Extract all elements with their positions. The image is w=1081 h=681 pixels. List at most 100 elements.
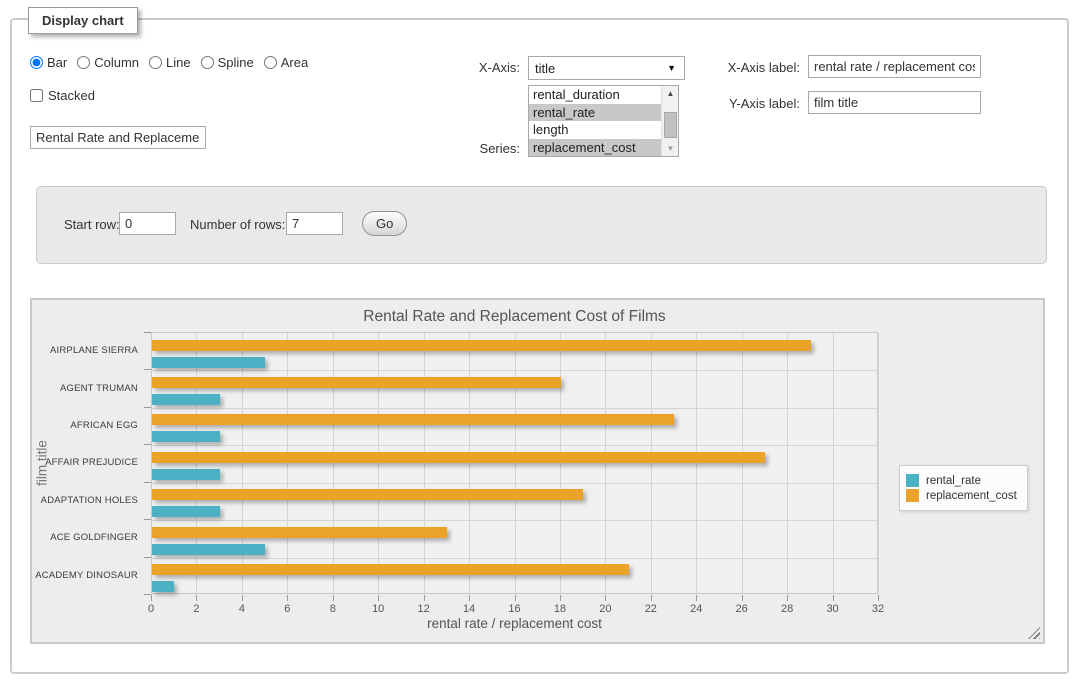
- x-tick-label: 0: [136, 603, 166, 615]
- x-tick: [469, 595, 470, 601]
- y-axis-title: film title: [35, 440, 50, 486]
- x-axis-title: rental rate / replacement cost: [151, 616, 878, 631]
- y-axis-label-label: Y-Axis label:: [688, 96, 800, 111]
- bar-replacement_cost: [152, 452, 765, 463]
- x-axis-label-input[interactable]: [808, 55, 981, 78]
- gridline: [787, 333, 788, 593]
- scrollbar-thumb[interactable]: [664, 112, 677, 138]
- bar-replacement_cost: [152, 564, 629, 575]
- chart-type-label-bar: Bar: [47, 55, 67, 70]
- dropdown-arrow-icon: ▼: [667, 63, 684, 73]
- scroll-down-icon[interactable]: ▼: [662, 144, 679, 153]
- legend-label: rental_rate: [926, 475, 981, 487]
- x-tick-label: 8: [318, 603, 348, 615]
- chart-type-radio-column[interactable]: [77, 56, 90, 69]
- x-axis-select-label: X-Axis:: [430, 60, 520, 75]
- x-tick-label: 26: [727, 603, 757, 615]
- listbox-scrollbar[interactable]: ▲ ▼: [661, 86, 678, 156]
- plot-area: [151, 332, 878, 594]
- category-label: AIRPLANE SIERRA: [32, 332, 145, 369]
- legend-item-replacement_cost: replacement_cost: [906, 489, 1017, 502]
- x-tick-label: 20: [590, 603, 620, 615]
- series-listbox[interactable]: rental_durationrental_ratelengthreplacem…: [528, 85, 679, 157]
- go-button[interactable]: Go: [362, 211, 407, 236]
- x-tick-label: 28: [772, 603, 802, 615]
- series-option-rental_rate[interactable]: rental_rate: [529, 104, 662, 122]
- y-tick: [144, 332, 151, 333]
- y-tick: [144, 369, 151, 370]
- stacked-checkbox[interactable]: [30, 89, 43, 102]
- legend-label: replacement_cost: [926, 490, 1017, 502]
- bar-rental_rate: [152, 394, 220, 405]
- panel-title: Display chart: [28, 7, 138, 34]
- legend-swatch: [906, 489, 919, 502]
- chart-type-radio-bar[interactable]: [30, 56, 43, 69]
- x-tick: [515, 595, 516, 601]
- x-tick-label: 18: [545, 603, 575, 615]
- x-tick: [333, 595, 334, 601]
- num-rows-label: Number of rows:: [190, 217, 285, 232]
- x-tick: [742, 595, 743, 601]
- series-option-rental_duration[interactable]: rental_duration: [529, 86, 662, 104]
- series-option-length[interactable]: length: [529, 121, 662, 139]
- category-label: ACE GOLDFINGER: [32, 519, 145, 556]
- bar-replacement_cost: [152, 340, 811, 351]
- category-label: ADAPTATION HOLES: [32, 482, 145, 519]
- x-tick-label: 4: [227, 603, 257, 615]
- gridline: [833, 333, 834, 593]
- x-tick-label: 6: [272, 603, 302, 615]
- x-tick: [696, 595, 697, 601]
- x-tick-label: 32: [863, 603, 893, 615]
- x-tick: [560, 595, 561, 601]
- gridline: [378, 333, 379, 593]
- chart-type-radio-area[interactable]: [264, 56, 277, 69]
- gridline: [515, 333, 516, 593]
- bar-rental_rate: [152, 357, 265, 368]
- gridline: [605, 333, 606, 593]
- stacked-row: Stacked: [30, 88, 95, 103]
- x-tick: [287, 595, 288, 601]
- y-axis-label-input[interactable]: [808, 91, 981, 114]
- x-tick: [151, 595, 152, 601]
- chart-type-radio-spline[interactable]: [201, 56, 214, 69]
- gridline: [696, 333, 697, 593]
- bar-replacement_cost: [152, 377, 561, 388]
- legend-swatch: [906, 474, 919, 487]
- category-label: AFRICAN EGG: [32, 407, 145, 444]
- gridline: [152, 445, 877, 446]
- bar-rental_rate: [152, 544, 265, 555]
- x-axis-label-label: X-Axis label:: [688, 60, 800, 75]
- bar-replacement_cost: [152, 414, 674, 425]
- y-tick: [144, 407, 151, 408]
- x-tick-label: 30: [818, 603, 848, 615]
- start-row-input[interactable]: [119, 212, 176, 235]
- num-rows-input[interactable]: [286, 212, 343, 235]
- scroll-up-icon[interactable]: ▲: [662, 89, 679, 98]
- gridline: [651, 333, 652, 593]
- bar-rental_rate: [152, 506, 220, 517]
- y-tick: [144, 482, 151, 483]
- bar-replacement_cost: [152, 527, 447, 538]
- chart-type-label-area: Area: [281, 55, 308, 70]
- x-tick-label: 10: [363, 603, 393, 615]
- chart-title-input[interactable]: [30, 126, 206, 149]
- x-tick-label: 22: [636, 603, 666, 615]
- gridline: [152, 558, 877, 559]
- gridline: [878, 333, 879, 593]
- x-tick-label: 12: [409, 603, 439, 615]
- gridline: [469, 333, 470, 593]
- category-label: AGENT TRUMAN: [32, 369, 145, 406]
- resize-handle-icon[interactable]: [1028, 627, 1040, 639]
- chart-legend: rental_rate replacement_cost: [899, 465, 1028, 511]
- x-axis-select[interactable]: title ▼: [528, 56, 685, 80]
- stacked-label: Stacked: [48, 88, 95, 103]
- x-tick: [378, 595, 379, 601]
- x-tick: [651, 595, 652, 601]
- chart-type-label-spline: Spline: [218, 55, 254, 70]
- x-tick-label: 14: [454, 603, 484, 615]
- series-option-replacement_cost[interactable]: replacement_cost: [529, 139, 662, 157]
- chart-type-radio-line[interactable]: [149, 56, 162, 69]
- gridline: [742, 333, 743, 593]
- bar-rental_rate: [152, 469, 220, 480]
- bar-rental_rate: [152, 431, 220, 442]
